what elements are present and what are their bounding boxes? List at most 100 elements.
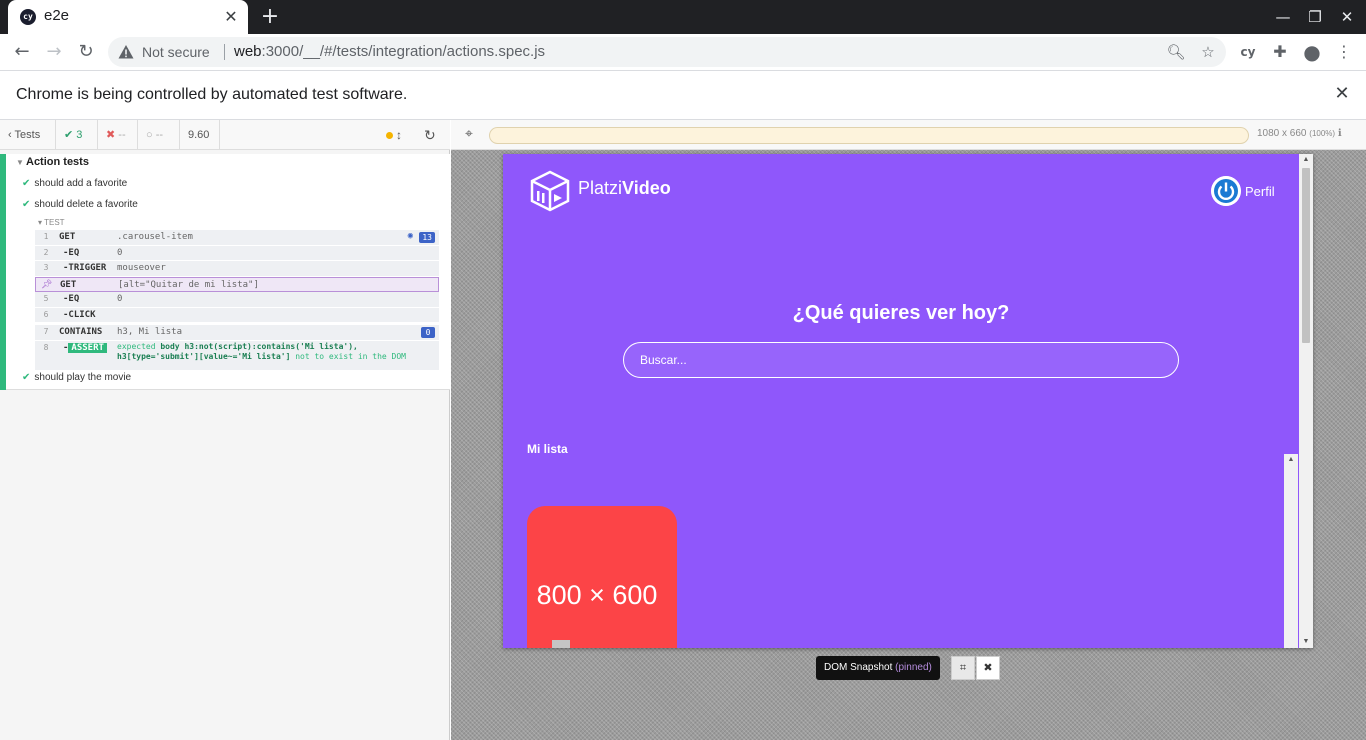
command-row-pinned[interactable]: 📌︎ GET [alt="Quitar de mi lista"] xyxy=(35,276,439,292)
auto-scroll-icon[interactable]: ↕ xyxy=(396,120,402,150)
command-row[interactable]: 2 -EQ 0 xyxy=(35,245,439,261)
app-logo-text[interactable]: PlatziVideo xyxy=(578,178,671,199)
snapshot-state: (pinned) xyxy=(895,662,932,673)
pin-icon[interactable]: 📌︎ xyxy=(41,280,52,290)
command-number: 2 xyxy=(43,247,49,257)
section-title: Mi lista xyxy=(527,442,568,456)
pending-stat: ○ -- xyxy=(138,120,180,150)
test-block-label-text: TEST xyxy=(44,218,65,227)
assert-msg-suffix: not to exist in the DOM xyxy=(290,351,406,361)
check-icon: ✔ xyxy=(64,129,77,141)
search-input[interactable] xyxy=(623,342,1179,378)
cypress-aut-panel: ⌖ 1080 x 660 (100%) ℹ PlatziVideo Perfil… xyxy=(451,120,1366,740)
info-icon: ℹ xyxy=(1337,128,1342,139)
command-log: 1 GET .carousel-item ◉ 13 2 -EQ 0 3 -TRI… xyxy=(35,230,439,371)
restore-window-icon[interactable]: ❐ xyxy=(1304,6,1326,28)
unpin-close-icon[interactable]: ✖ xyxy=(976,656,1000,680)
bookmark-star-icon[interactable]: ☆ xyxy=(1198,42,1218,62)
scroll-up-arrow-icon[interactable]: ▲ xyxy=(1284,454,1298,466)
profile-avatar-icon[interactable]: ● xyxy=(1300,40,1324,64)
carousel-item[interactable]: 800 × 600 xyxy=(527,506,677,648)
scroll-up-arrow-icon[interactable]: ▲ xyxy=(1299,154,1313,166)
assert-msg-prefix: expected xyxy=(117,341,161,351)
command-row[interactable]: 5 -EQ 0 xyxy=(35,292,439,308)
browser-tabstrip: cy e2e ✕ + — ❐ ✕ xyxy=(0,0,1366,34)
assert-message: expected body h3:not(script):contains('M… xyxy=(117,342,437,362)
status-dot-icon xyxy=(386,132,393,139)
command-name: -EQ xyxy=(63,294,80,304)
card-placeholder-text: 800 × 600 xyxy=(536,580,658,610)
command-number: 5 xyxy=(43,294,49,303)
selector-playground-icon[interactable]: ⌖ xyxy=(461,126,477,142)
command-message: 0 xyxy=(117,294,123,304)
command-row[interactable]: 7 CONTAINS h3, Mi lista 0 xyxy=(35,325,439,341)
tests-back-button[interactable]: ‹ Tests xyxy=(0,120,56,150)
carousel-scrollbar[interactable]: ▲ xyxy=(1284,454,1298,648)
platzi-cube-logo-icon xyxy=(530,170,570,212)
profile-power-icon[interactable] xyxy=(1211,176,1241,206)
test-item[interactable]: ✔ should play the movie xyxy=(22,372,131,383)
tab-close-icon[interactable]: ✕ xyxy=(222,8,240,26)
security-label[interactable]: Not secure xyxy=(142,44,210,60)
reload-button[interactable]: ↻ xyxy=(74,40,98,64)
cypress-favicon-icon: cy xyxy=(20,9,36,25)
test-item[interactable]: ✔ should delete a favorite xyxy=(22,199,138,210)
runnables-list: ▼ Action tests ✔ should add a favorite ✔ sh… xyxy=(0,154,450,390)
viewport-zoom: (100%) xyxy=(1309,129,1336,138)
zoom-icon[interactable]: 🔍︎ xyxy=(1166,42,1186,62)
infobar-close-icon[interactable]: ✕ xyxy=(1332,84,1352,104)
rerun-icon[interactable]: ↻ xyxy=(424,120,436,150)
url-path: :3000/__/#/tests/integration/actions.spe… xyxy=(261,43,546,60)
aut-url-bar[interactable] xyxy=(489,127,1249,144)
command-name: -CLICK xyxy=(63,309,96,320)
command-number: 8 xyxy=(43,342,49,352)
scroll-down-arrow-icon[interactable]: ▼ xyxy=(1299,636,1313,648)
viewport-info[interactable]: 1080 x 660 (100%) ℹ xyxy=(1257,128,1342,139)
command-row-assert[interactable]: 8 - ASSERT expected body h3:not(script):c… xyxy=(35,340,439,371)
snapshot-label-text: DOM Snapshot xyxy=(824,662,893,673)
command-number: 1 xyxy=(43,232,49,241)
command-row[interactable]: 1 GET .carousel-item ◉ 13 xyxy=(35,230,439,246)
element-count-badge: 13 xyxy=(419,232,435,243)
eye-icon: ◉ xyxy=(407,231,413,241)
forward-button[interactable]: → xyxy=(42,40,66,64)
new-tab-button[interactable]: + xyxy=(258,5,282,29)
command-message: 0 xyxy=(117,247,123,258)
url-text[interactable]: web:3000/__/#/tests/integration/actions.… xyxy=(234,43,545,60)
command-number: 7 xyxy=(43,327,49,336)
snapshot-label: DOM Snapshot (pinned) xyxy=(816,656,940,680)
app-under-test: PlatziVideo Perfil ¿Qué quieres ver hoy?… xyxy=(503,154,1313,648)
suite-title[interactable]: ▼ Action tests xyxy=(16,156,89,168)
command-row[interactable]: 3 -TRIGGER mouseover xyxy=(35,261,439,277)
extensions-puzzle-icon[interactable]: ✚ xyxy=(1268,40,1292,64)
highlight-toggle-icon[interactable]: ⌗ xyxy=(951,656,975,680)
back-button[interactable]: ← xyxy=(10,40,34,64)
browser-tab[interactable]: cy e2e ✕ xyxy=(8,0,248,34)
minimize-window-icon[interactable]: — xyxy=(1272,6,1294,28)
failed-stat: ✖ -- xyxy=(98,120,138,150)
command-message: mouseover xyxy=(117,263,166,273)
infobar-message: Chrome is being controlled by automated … xyxy=(16,86,408,103)
command-name: -EQ xyxy=(63,247,80,258)
browser-menu-icon[interactable]: ⋮ xyxy=(1332,40,1356,64)
cross-icon: ✖ xyxy=(106,129,119,141)
caret-down-icon: ▼ xyxy=(16,158,24,167)
app-scrollbar[interactable]: ▲ ▼ xyxy=(1299,154,1313,648)
logo-bold-text: Video xyxy=(622,178,671,198)
profile-label[interactable]: Perfil xyxy=(1245,184,1275,199)
close-window-icon[interactable]: ✕ xyxy=(1336,6,1358,28)
check-icon: ✔ xyxy=(22,199,31,210)
aut-header: ⌖ 1080 x 660 (100%) ℹ xyxy=(451,120,1366,150)
check-icon: ✔ xyxy=(22,372,31,383)
address-bar[interactable]: Not secure web:3000/__/#/tests/integrati… xyxy=(108,37,1226,67)
command-number: 6 xyxy=(43,309,49,319)
command-message: .carousel-item xyxy=(117,232,193,242)
command-row[interactable]: 6 -CLICK xyxy=(35,307,439,323)
hero-title: ¿Qué quieres ver hoy? xyxy=(792,302,1010,324)
cypress-extension-icon[interactable]: cy xyxy=(1236,40,1260,64)
test-title: should play the movie xyxy=(34,372,132,383)
test-item[interactable]: ✔ should add a favorite xyxy=(22,178,127,189)
scroll-thumb[interactable] xyxy=(1302,168,1310,343)
test-block-label: ▾ TEST xyxy=(38,218,65,227)
suite-status-bar xyxy=(0,154,6,390)
